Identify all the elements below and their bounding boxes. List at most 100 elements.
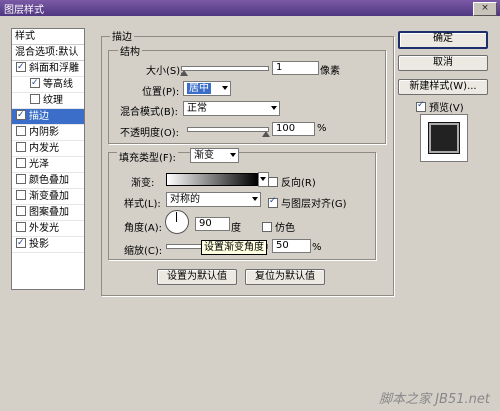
angle-tooltip: 设置渐变角度 [201,240,267,255]
chevron-down-icon [222,86,228,90]
opacity-label: 不透明度(O): [120,128,180,139]
new-style-button[interactable]: 新建样式(W)... [398,79,488,95]
dither-check-icon [262,222,272,232]
preview-thumbnail [420,114,468,162]
style-list-item[interactable]: 等高线 [12,76,84,93]
close-icon[interactable]: × [473,2,497,16]
style-list-item[interactable]: 斜面和浮雕 [12,60,84,77]
checkbox-icon[interactable] [16,206,26,216]
chevron-down-icon [260,177,266,181]
fill-type-dropdown[interactable]: 渐变 [190,148,239,163]
chevron-down-icon [230,153,236,157]
style-list-item-label: 光泽 [29,159,49,170]
checkbox-icon[interactable] [16,236,26,251]
scale-field[interactable]: 50 [272,239,311,253]
opacity-field[interactable]: 100 [272,122,315,136]
chevron-down-icon [271,106,277,110]
style-list-item[interactable]: 投影 [12,236,84,253]
angle-field[interactable]: 90 [195,217,230,231]
checkbox-icon[interactable] [16,60,26,75]
structure-group-title: 结构 [118,43,142,58]
size-unit: 像素 [320,66,340,77]
dither-checkbox[interactable]: 仿色 [262,219,295,234]
style-list-item-label: 等高线 [43,79,73,90]
checkbox-icon[interactable] [16,190,26,200]
angle-unit: 度 [231,223,241,234]
cancel-button[interactable]: 取消 [398,55,488,71]
style-value: 对称的 [170,194,200,205]
checkbox-icon[interactable] [30,76,40,91]
style-list-item[interactable]: 内发光 [12,141,84,157]
style-list-item[interactable]: 内阴影 [12,125,84,141]
position-label: 位置(P): [142,87,180,98]
checkbox-icon[interactable] [16,108,26,123]
size-slider[interactable] [181,66,269,71]
gradient-swatch[interactable] [166,173,258,186]
style-list: 样式 混合选项:默认 斜面和浮雕等高线纹理描边内阴影内发光光泽颜色叠加渐变叠加图… [11,28,85,290]
reset-default-button[interactable]: 复位为默认值 [245,269,325,285]
size-slider-thumb[interactable] [180,70,188,76]
align-check-icon [268,196,278,208]
style-list-item[interactable]: 光泽 [12,157,84,173]
preview-label: 预览(V) [429,103,464,114]
style-list-item-label: 内发光 [29,143,59,154]
style-list-item[interactable]: 图案叠加 [12,205,84,221]
angle-dial[interactable] [165,210,189,234]
blend-mode-label: 混合模式(B): [120,107,179,118]
reverse-checkbox[interactable]: 反向(R) [268,174,316,189]
ok-button[interactable]: 确定 [398,31,488,49]
align-label: 与图层对齐(G) [281,199,347,210]
checkbox-icon[interactable] [16,126,26,136]
scale-label: 缩放(C): [124,246,163,257]
style-list-item-label: 投影 [29,239,49,250]
align-checkbox[interactable]: 与图层对齐(G) [268,195,347,210]
blend-options-item[interactable]: 混合选项:默认 [12,45,84,61]
title-bar: 图层样式 × [0,0,500,16]
opacity-unit: % [317,123,327,134]
position-dropdown[interactable]: 居中 [183,81,231,96]
blend-mode-dropdown[interactable]: 正常 [183,101,280,116]
blend-mode-value: 正常 [187,103,207,114]
style-list-item-label: 纹理 [43,95,63,106]
style-list-item-label: 图案叠加 [29,207,69,218]
preview-check-icon [416,100,426,112]
window-title: 图层样式 [4,5,44,16]
style-list-item[interactable]: 外发光 [12,221,84,237]
checkbox-icon[interactable] [16,142,26,152]
fill-type-value: 渐变 [194,150,214,161]
angle-label: 角度(A): [124,223,163,234]
opacity-slider-thumb[interactable] [262,131,270,137]
style-list-item-label: 渐变叠加 [29,191,69,202]
reverse-label: 反向(R) [281,178,316,189]
style-list-item-label: 斜面和浮雕 [29,63,79,74]
fill-type-label: 填充类型(F): [117,149,178,164]
checkbox-icon[interactable] [16,158,26,168]
style-list-item[interactable]: 纹理 [12,93,84,109]
style-list-item-label: 内阴影 [29,127,59,138]
style-list-item[interactable]: 渐变叠加 [12,189,84,205]
opacity-slider[interactable] [187,127,269,132]
checkbox-icon[interactable] [30,94,40,104]
gradient-label: 渐变: [131,178,155,189]
preview-checkbox[interactable]: 预览(V) [416,99,464,114]
style-list-item-label: 外发光 [29,223,59,234]
dither-label: 仿色 [275,223,295,234]
checkbox-icon[interactable] [16,174,26,184]
checkbox-icon[interactable] [16,222,26,232]
style-dropdown[interactable]: 对称的 [166,192,261,207]
size-label: 大小(S): [146,66,184,77]
make-default-button[interactable]: 设置为默认值 [157,269,237,285]
style-list-item[interactable]: 颜色叠加 [12,173,84,189]
size-field[interactable]: 1 [272,61,319,75]
reverse-check-icon [268,177,278,187]
preview-shape [429,123,459,153]
position-value: 居中 [187,83,211,94]
watermark: 脚本之家 JB51.net [379,392,490,407]
style-label: 样式(L): [124,199,161,210]
stroke-group-title: 描边 [110,28,134,43]
scale-unit: % [312,242,322,253]
style-list-item-label: 颜色叠加 [29,175,69,186]
chevron-down-icon [252,197,258,201]
style-list-header[interactable]: 样式 [12,29,84,45]
style-list-item[interactable]: 描边 [12,108,84,125]
